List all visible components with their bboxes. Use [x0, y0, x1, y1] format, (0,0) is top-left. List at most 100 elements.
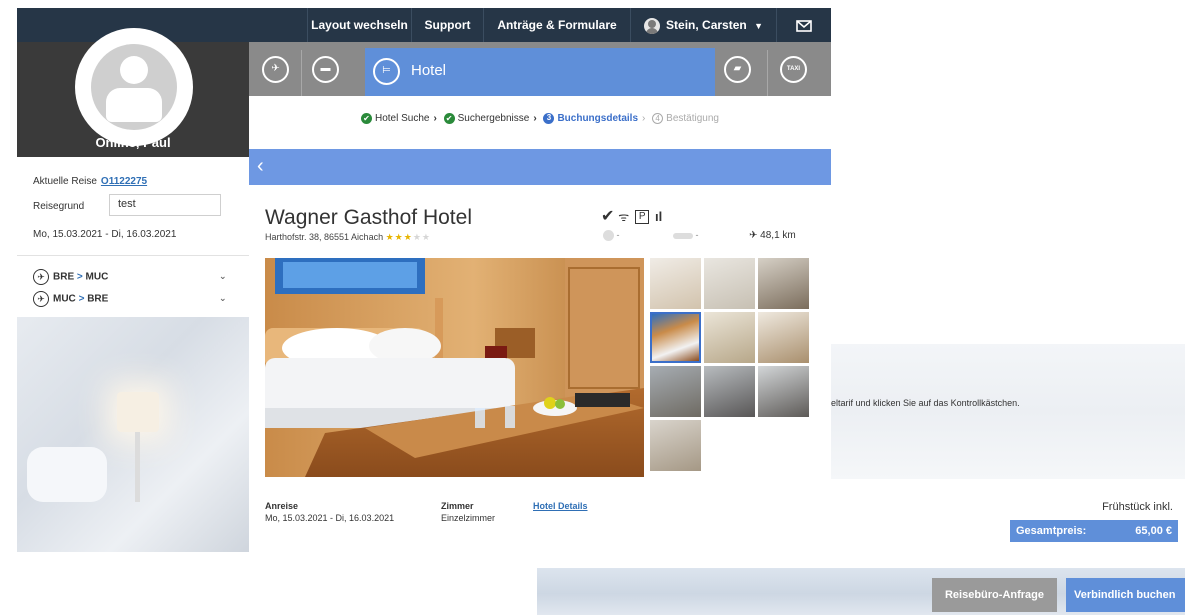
thumbnail[interactable]	[704, 258, 755, 309]
current-trip-link[interactable]: O1122275	[101, 176, 147, 187]
wifi-icon: ᯤ	[618, 210, 630, 224]
sidebar-trip-info: Aktuelle Reise O1122275 Reisegrund test M…	[17, 157, 249, 317]
taxi-icon: TAXI	[780, 56, 807, 83]
thumbnail-selected[interactable]	[650, 312, 701, 363]
thumbnail[interactable]	[650, 366, 701, 417]
route-sep: >	[78, 293, 85, 305]
route-sep: >	[76, 271, 83, 283]
room-info: Zimmer Einzelzimmer	[441, 501, 495, 523]
step-confirmation: 4 Bestätigung	[652, 113, 719, 124]
thumbnail[interactable]	[758, 366, 809, 417]
star-icon: ★	[385, 232, 395, 242]
chevron-right-icon: ›	[642, 113, 646, 125]
current-trip-label: Aktuelle Reise	[33, 176, 97, 187]
plane-icon: ✈	[33, 269, 49, 285]
step-hotel-search[interactable]: ✔ Hotel Suche	[361, 113, 429, 124]
nav-layout-switch[interactable]: Layout wechseln	[307, 8, 411, 42]
tab-hotel-label: Hotel	[411, 62, 447, 79]
caret-down-icon: ▼	[754, 21, 763, 31]
nav-support-label: Support	[424, 18, 471, 32]
chevron-down-icon[interactable]: ⌄	[219, 293, 227, 304]
restaurant-icon: ıl	[655, 209, 663, 224]
hotel-name: Wagner Gasthof Hotel	[265, 206, 472, 229]
tab-taxi[interactable]: TAXI	[775, 50, 813, 88]
parking-icon: P	[635, 210, 650, 225]
arrival-value: Mo, 15.03.2021 - Di, 16.03.2021	[265, 513, 395, 523]
tab-flight[interactable]: ✈	[257, 50, 295, 88]
chevron-right-icon: ›	[433, 113, 437, 125]
star-rating: ★★★★★	[386, 232, 431, 242]
thumbnail[interactable]	[758, 258, 809, 309]
breakfast-info: Frühstück inkl.	[1102, 501, 1173, 513]
tab-train[interactable]: ▬	[307, 50, 345, 88]
reason-input[interactable]: test	[109, 194, 221, 216]
chevron-down-icon[interactable]: ⌄	[219, 271, 227, 282]
trip-dates: Mo, 15.03.2021 - Di, 16.03.2021	[33, 229, 177, 240]
route-from: BRE	[53, 271, 75, 283]
tab-hotel[interactable]: ⊨ Hotel	[365, 48, 715, 96]
star-icon: ★	[421, 232, 431, 242]
arrival-label: Anreise	[265, 501, 299, 511]
route-from: MUC	[53, 293, 76, 305]
train-icon: ▬	[312, 56, 339, 83]
tab-car[interactable]: ▰	[719, 50, 757, 88]
thumbnail[interactable]	[758, 312, 809, 363]
amenities: ✔ ᯤ P ıl	[601, 206, 662, 226]
hotel-icon: ⊨	[373, 58, 400, 85]
route-item[interactable]: ✈ MUC > BRE ⌄	[33, 291, 233, 307]
nav-layout-label: Layout wechseln	[311, 18, 408, 32]
rating-dot-icon	[603, 230, 614, 242]
meta-rating: -	[603, 230, 620, 242]
user-avatar-icon	[644, 17, 661, 34]
star-icon: ★	[403, 232, 413, 242]
step-number: 4	[652, 113, 664, 124]
step-number: 3	[543, 113, 555, 124]
nav-mail[interactable]	[776, 8, 831, 42]
travel-agency-request-button[interactable]: Reisebüro-Anfrage	[932, 578, 1057, 612]
car-icon: ▰	[724, 56, 751, 83]
plane-icon: ✈	[33, 291, 49, 307]
total-price: Gesamtpreis: 65,00 €	[1010, 520, 1178, 542]
meta-train: -	[673, 230, 699, 240]
hotel-address-line: Harthofstr. 38, 86551 Aichach ★★★★★	[265, 232, 431, 243]
nav-user-label: Stein, Carsten	[666, 18, 747, 32]
thumbnail[interactable]	[650, 420, 701, 471]
hotel-address: Harthofstr. 38, 86551 Aichach	[265, 232, 384, 242]
plane-icon: ✈	[262, 56, 289, 83]
booking-type-tabs: ✈ ▬ ⊨ Hotel ▰ TAXI	[249, 42, 831, 96]
thumbnail[interactable]	[704, 366, 755, 417]
reason-label: Reisegrund	[33, 201, 85, 212]
step-label: Hotel Suche	[375, 113, 430, 125]
chevron-right-icon: ›	[533, 113, 537, 125]
star-icon: ★	[412, 232, 422, 242]
step-search-results[interactable]: ✔ Suchergebnisse	[443, 113, 530, 125]
step-label: Buchungsdetails	[557, 113, 639, 125]
step-label: Bestätigung	[666, 113, 719, 125]
step-label: Suchergebnisse	[457, 113, 530, 125]
meta-rating-value: -	[616, 230, 620, 240]
checkmark-icon: ✔	[601, 208, 615, 225]
sidebar-profile: Online, Paul	[17, 28, 249, 157]
sidebar-background-photo	[17, 317, 249, 552]
thumbnail[interactable]	[704, 312, 755, 363]
nav-support[interactable]: Support	[411, 8, 483, 42]
star-icon: ★	[394, 232, 404, 242]
thumbnail[interactable]	[650, 258, 701, 309]
sidebar-divider	[17, 255, 249, 256]
plane-icon: ✈	[749, 230, 758, 241]
nav-forms-label: Anträge & Formulare	[497, 18, 617, 32]
instruction-text: eltarif und klicken Sie auf das Kontroll…	[831, 398, 1020, 408]
hotel-details-link[interactable]: Hotel Details	[533, 501, 588, 511]
hotel-main-photo[interactable]	[265, 258, 644, 477]
background-photo	[831, 344, 1185, 479]
total-price-value: 65,00 €	[1135, 525, 1172, 537]
meta-train-value: -	[695, 230, 699, 240]
booking-details-panel: ✔ Hotel Suche › ✔ Suchergebnisse › 3 Buchungs…	[249, 96, 831, 552]
nav-forms[interactable]: Anträge & Formulare	[483, 8, 630, 42]
room-label: Zimmer	[441, 501, 474, 511]
route-item[interactable]: ✈ BRE > MUC ⌄	[33, 269, 233, 285]
nav-user-menu[interactable]: Stein, Carsten ▼	[630, 8, 776, 42]
book-now-button[interactable]: Verbindlich buchen	[1066, 578, 1185, 612]
back-arrow-icon[interactable]: ‹	[257, 155, 264, 178]
hotel-room-image	[265, 258, 644, 477]
